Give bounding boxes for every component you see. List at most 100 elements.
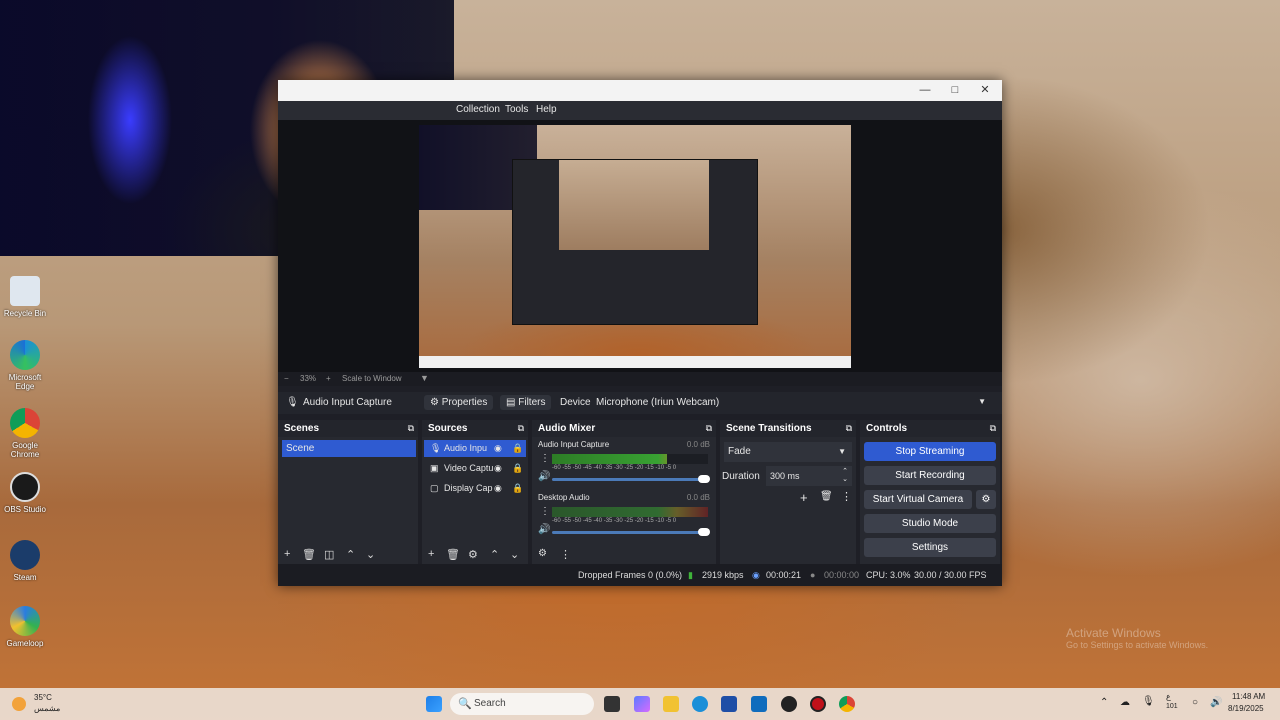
stop-streaming-button[interactable]: Stop Streaming (864, 442, 996, 461)
start-recording-button[interactable]: Start Recording (864, 466, 996, 485)
close-button[interactable]: ✕ (972, 82, 998, 98)
signal-icon: ▮ (688, 570, 693, 580)
outlook-icon[interactable] (751, 696, 767, 712)
move-up-icon[interactable]: ⌃ (490, 548, 499, 561)
desktop-icon-label: Microsoft Edge (8, 373, 42, 391)
eye-icon[interactable]: ◉ (494, 460, 502, 477)
desktop-icon-chrome[interactable]: Google Chrome (2, 408, 48, 459)
gear-icon[interactable]: ⚙ (976, 490, 996, 509)
add-source-button[interactable]: + (428, 548, 434, 560)
program-preview[interactable] (419, 125, 851, 368)
title-bar[interactable]: — □ ✕ (278, 80, 1002, 101)
start-virtual-camera-button[interactable]: Start Virtual Camera (864, 490, 972, 509)
gear-icon[interactable]: ⚙ (468, 548, 478, 561)
desktop-icon-obs[interactable]: OBS Studio (2, 472, 48, 514)
lock-icon[interactable]: 🔒 (512, 440, 523, 457)
trash-icon[interactable]: 🗑 (820, 491, 833, 502)
obs-icon[interactable] (781, 696, 797, 712)
chevron-up-icon[interactable]: ⌃ (1100, 697, 1108, 708)
lock-icon[interactable]: 🔒 (512, 480, 523, 497)
dock-undock-icon[interactable]: ⧉ (846, 420, 852, 437)
properties-button[interactable]: ⚙ Properties (424, 395, 494, 410)
search-box[interactable]: 🔍 Search (450, 693, 594, 715)
volume-slider-knob[interactable] (698, 528, 710, 536)
store-icon[interactable] (721, 696, 737, 712)
filters-button[interactable]: ▤ Filters (500, 395, 552, 410)
minimize-button[interactable]: — (912, 82, 938, 98)
zoom-out-icon[interactable]: − (284, 374, 289, 383)
wifi-icon[interactable]: ○ (1192, 697, 1198, 708)
network-icon[interactable]: ☁ (1120, 697, 1130, 708)
copilot-icon[interactable] (634, 696, 650, 712)
source-item[interactable]: ▢ Display Cap ◉ 🔒 (424, 480, 526, 497)
move-down-icon[interactable]: ⌄ (510, 548, 519, 561)
dock-undock-icon[interactable]: ⧉ (990, 420, 996, 437)
sun-icon[interactable] (12, 697, 26, 711)
speaker-icon[interactable]: 🔊 (538, 524, 550, 535)
dock-undock-icon[interactable]: ⧉ (706, 420, 712, 437)
fps: 30.00 / 30.00 FPS (914, 570, 987, 580)
clock-time[interactable]: 11:48 AM (1232, 692, 1265, 701)
dock-undock-icon[interactable]: ⧉ (518, 420, 524, 437)
edge-icon (10, 340, 40, 370)
transition-select[interactable]: Fade ▼ (724, 442, 852, 462)
weather-temp[interactable]: 35°C (34, 693, 52, 702)
channel-menu-icon[interactable]: ⋮ (540, 506, 550, 517)
channel-name: Audio Input Capture (538, 440, 610, 449)
volume-slider[interactable] (552, 478, 708, 481)
menu-item-help[interactable]: Help (536, 104, 557, 115)
language-indicator[interactable]: ع (1166, 692, 1171, 701)
lock-icon[interactable]: 🔒 (512, 460, 523, 477)
desktop-icon-gameloop[interactable]: Gameloop (2, 606, 48, 648)
menu-item-collection[interactable]: Collection (456, 104, 500, 115)
edge-icon[interactable] (692, 696, 708, 712)
volume-icon[interactable]: 🔊 (1210, 697, 1222, 708)
file-explorer-icon[interactable] (663, 696, 679, 712)
move-down-icon[interactable]: ⌄ (366, 548, 375, 561)
scenes-dock: Scenes ⧉ Scene + 🗑 ◫ ⌃ ⌄ (278, 420, 418, 564)
record-app-icon[interactable] (810, 696, 826, 712)
channel-name: Desktop Audio (538, 493, 590, 502)
meter-scale: -60 -55 -50 -45 -40 -35 -30 -25 -20 -15 … (552, 518, 677, 524)
scale-to-window[interactable]: Scale to Window (342, 374, 402, 383)
device-select[interactable]: Microphone (Iriun Webcam) ▼ (592, 394, 992, 411)
source-item[interactable]: 🎙 Audio Inpu ◉ 🔒 (424, 440, 526, 457)
menu-item-tools[interactable]: Tools (505, 104, 528, 115)
source-properties-bar: 🎙 Audio Input Capture ⚙ Properties ▤ Fil… (278, 392, 1002, 414)
eye-icon[interactable]: ◉ (494, 480, 502, 497)
filter-icon[interactable]: ◫ (324, 548, 334, 561)
zoom-dropdown-icon[interactable]: ▼ (420, 373, 429, 383)
mixer-menu-icon[interactable]: ⋮ (560, 548, 571, 561)
volume-slider-knob[interactable] (698, 475, 710, 483)
duration-spinbox[interactable]: 300 ms ⌃ ⌄ (766, 466, 852, 486)
volume-slider[interactable] (552, 531, 708, 534)
studio-mode-button[interactable]: Studio Mode (864, 514, 996, 533)
desktop-icon-edge[interactable]: Microsoft Edge (2, 340, 48, 391)
source-item[interactable]: ▣ Video Captu ◉ 🔒 (424, 460, 526, 477)
microphone-icon[interactable]: 🎙 (1142, 696, 1155, 707)
desktop-icon-recycle-bin[interactable]: Recycle Bin (2, 276, 48, 318)
channel-menu-icon[interactable]: ⋮ (540, 453, 550, 464)
desktop-icon-steam[interactable]: Steam (2, 540, 48, 582)
windows-start-icon[interactable] (426, 696, 442, 712)
add-scene-button[interactable]: + (284, 548, 290, 560)
maximize-button[interactable]: □ (942, 82, 968, 98)
eye-icon[interactable]: ◉ (494, 440, 502, 457)
task-view-icon[interactable] (604, 696, 620, 712)
controls-header: Controls ⧉ (860, 420, 1000, 437)
move-up-icon[interactable]: ⌃ (346, 548, 355, 561)
chrome-icon (10, 408, 40, 438)
zoom-in-icon[interactable]: + (326, 374, 331, 383)
trash-icon[interactable]: 🗑 (446, 548, 460, 561)
add-transition-button[interactable]: + (800, 490, 808, 505)
trash-icon[interactable]: 🗑 (302, 548, 316, 561)
advanced-audio-icon[interactable]: ⚙ (538, 548, 547, 559)
speaker-icon[interactable]: 🔊 (538, 471, 550, 482)
dock-undock-icon[interactable]: ⧉ (408, 420, 414, 437)
spin-down-icon[interactable]: ⌄ (842, 470, 848, 490)
transition-menu-icon[interactable]: ⋮ (841, 490, 852, 503)
selected-source-label: Audio Input Capture (303, 397, 392, 408)
settings-button[interactable]: Settings (864, 538, 996, 557)
scene-item[interactable]: Scene (282, 440, 416, 457)
chrome-icon[interactable] (839, 696, 855, 712)
